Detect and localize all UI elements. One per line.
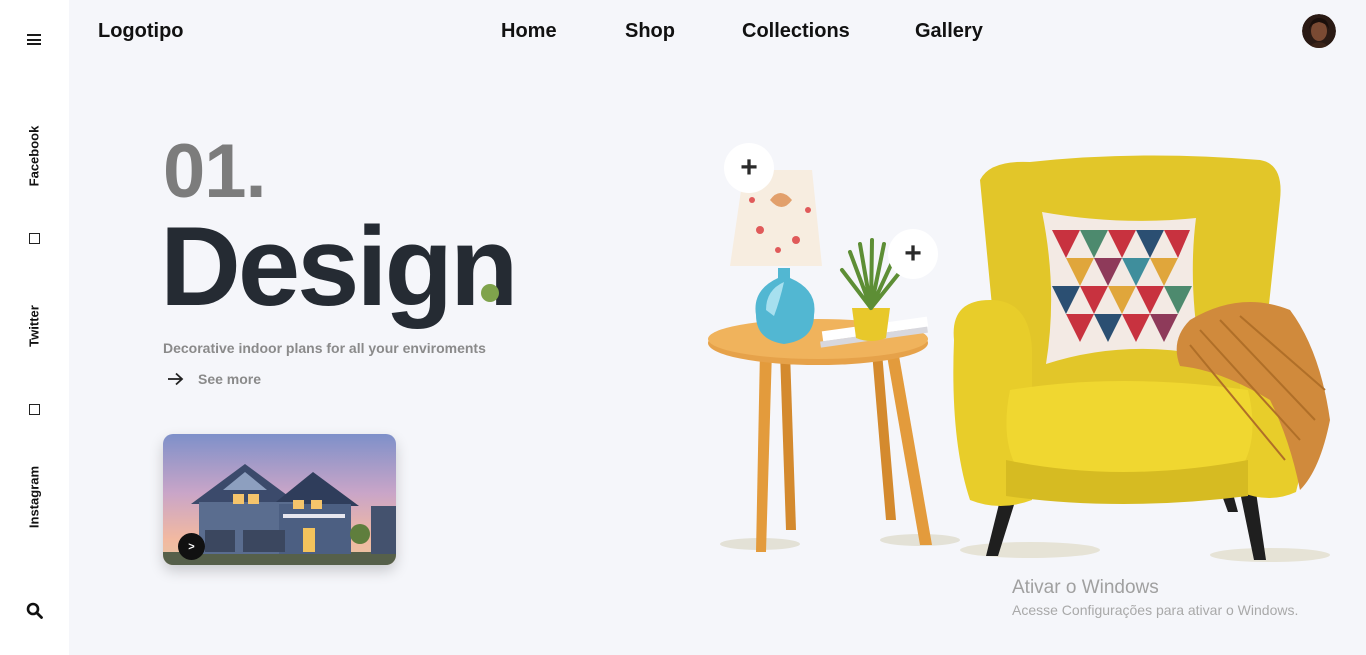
twitter-link[interactable]: Twitter xyxy=(27,305,42,347)
divider-square-icon xyxy=(29,404,40,415)
see-more-link[interactable]: See more xyxy=(167,371,261,387)
watermark-title: Ativar o Windows xyxy=(1012,577,1159,598)
hero-subtitle: Decorative indoor plans for all your env… xyxy=(163,340,486,356)
nav-shop[interactable]: Shop xyxy=(625,20,675,43)
see-more-label: See more xyxy=(198,371,262,387)
video-card[interactable]: > xyxy=(163,434,396,565)
search-icon[interactable] xyxy=(26,602,43,619)
furniture-image xyxy=(708,155,1330,562)
nav-gallery[interactable]: Gallery xyxy=(915,20,983,43)
sidebar: Facebook Twitter Instagram xyxy=(0,0,69,655)
logo[interactable]: Logotipo xyxy=(98,20,184,43)
nav-collections[interactable]: Collections xyxy=(742,20,850,43)
hero-illustration: + + xyxy=(700,140,1340,580)
hero-title: Design xyxy=(160,204,518,329)
arrow-right-icon xyxy=(168,372,184,386)
nav-home[interactable]: Home xyxy=(501,20,557,43)
instagram-link[interactable]: Instagram xyxy=(27,466,42,528)
plus-icon[interactable]: + xyxy=(724,143,774,193)
accent-dot xyxy=(481,284,499,302)
divider-square-icon xyxy=(29,233,40,244)
watermark-subtitle: Acesse Configurações para ativar o Windo… xyxy=(1012,602,1299,618)
plus-icon[interactable]: + xyxy=(888,229,938,279)
play-button[interactable]: > xyxy=(178,533,205,560)
facebook-link[interactable]: Facebook xyxy=(27,126,42,187)
hamburger-icon[interactable] xyxy=(27,34,41,45)
avatar[interactable] xyxy=(1302,14,1336,48)
